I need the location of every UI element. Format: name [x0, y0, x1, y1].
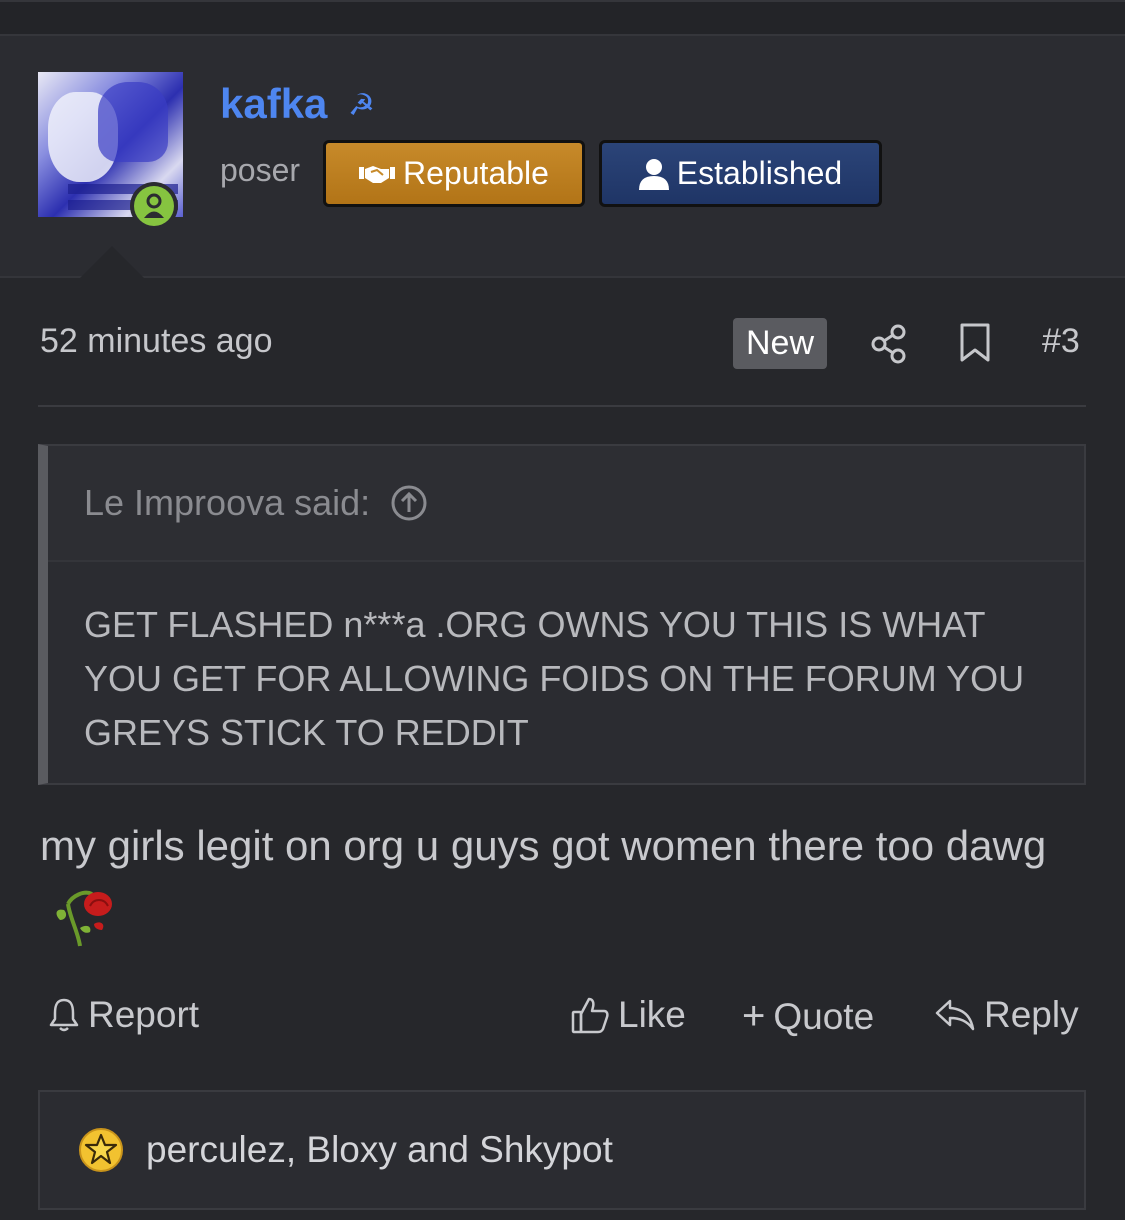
- share-icon[interactable]: [870, 324, 908, 369]
- established-label: Established: [676, 155, 843, 191]
- plus-icon: +: [742, 994, 766, 1038]
- user-icon: [638, 158, 669, 190]
- quote-block: Le Improova said: GET FLASHED n***a .ORG…: [38, 444, 1086, 785]
- post-timestamp[interactable]: 52 minutes ago: [40, 322, 273, 361]
- username-link[interactable]: kafka: [220, 80, 327, 128]
- new-tag: New: [733, 318, 827, 369]
- quote-attribution: Le Improova said:: [84, 482, 371, 523]
- reply-arrow-icon: [935, 999, 975, 1031]
- online-status-icon: [130, 182, 178, 230]
- thumbs-up-icon: [571, 997, 609, 1034]
- reply-button[interactable]: Reply: [934, 994, 1079, 1036]
- arrow-up-circle-icon[interactable]: [390, 484, 428, 522]
- reputable-label: Reputable: [403, 155, 549, 191]
- top-bar: [0, 0, 1125, 36]
- bell-icon: [49, 998, 79, 1032]
- report-button[interactable]: Report: [48, 994, 199, 1036]
- divider: [38, 405, 1086, 407]
- like-label: Like: [618, 994, 686, 1035]
- star-reaction-icon: [79, 1128, 123, 1172]
- established-badge: Established: [599, 140, 882, 207]
- quote-label: Quote: [773, 995, 875, 1037]
- post-message: my girls legit on org u guys got women t…: [40, 812, 1080, 950]
- reply-label: Reply: [984, 994, 1079, 1035]
- quote-button[interactable]: + Quote: [742, 994, 874, 1039]
- avatar-hand: [98, 82, 168, 162]
- quote-text: GET FLASHED n***a .ORG OWNS YOU THIS IS …: [84, 604, 1025, 753]
- like-button[interactable]: Like: [570, 994, 686, 1036]
- reactions-bar[interactable]: perculez, Bloxy and Shkypot: [38, 1090, 1086, 1210]
- header-pointer: [80, 246, 144, 278]
- report-label: Report: [88, 994, 200, 1035]
- handshake-icon: [359, 165, 396, 183]
- reaction-users[interactable]: perculez, Bloxy and Shkypot: [146, 1129, 613, 1171]
- wilted-rose-icon: [56, 890, 112, 947]
- hammer-sickle-icon: ☭: [348, 89, 375, 122]
- quote-header[interactable]: Le Improova said:: [48, 446, 1084, 562]
- message-text: my girls legit on org u guys got women t…: [40, 822, 1047, 869]
- user-title: poser: [220, 152, 301, 188]
- bookmark-icon[interactable]: [958, 322, 992, 369]
- reputable-badge: Reputable: [323, 140, 585, 207]
- post-number-link[interactable]: #3: [1042, 322, 1080, 361]
